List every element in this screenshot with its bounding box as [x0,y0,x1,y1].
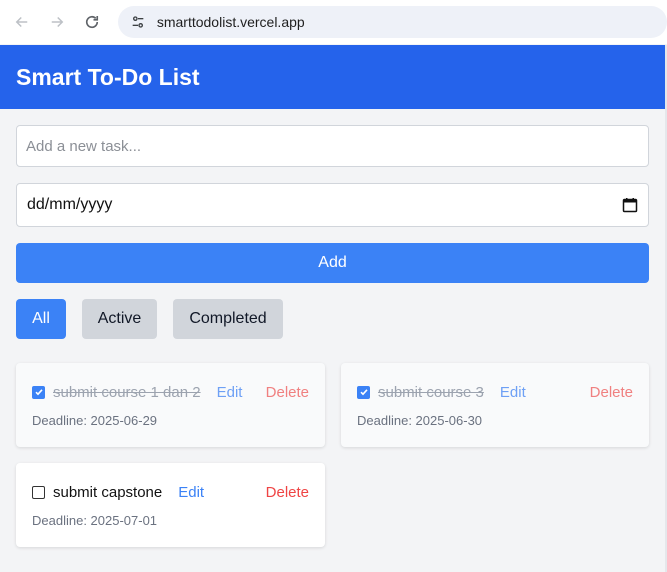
task-checkbox[interactable] [32,385,45,399]
address-bar[interactable]: smarttodolist.vercel.app [117,6,667,38]
task-deadline: Deadline: 2025-06-29 [32,413,158,428]
delete-button[interactable]: Delete [266,484,309,501]
task-title: submit course 3 [378,383,484,401]
task-title: submit capstone [53,483,163,501]
task-checkbox[interactable] [357,385,370,399]
filter-active-button[interactable]: Active [82,299,157,339]
checkmark-icon [359,389,368,396]
task-card: submit course 3 Edit Delete Deadline: 20… [341,363,649,447]
edit-button[interactable]: Edit [217,384,243,401]
edit-button[interactable]: Edit [178,484,204,501]
task-title: submit course 1 dan 2 [53,383,201,401]
filter-all-button[interactable]: All [16,299,66,339]
reload-button[interactable] [75,4,110,40]
add-task-button[interactable]: Add [16,243,649,283]
deadline-date-input[interactable]: dd/mm/yyyy [16,183,649,227]
delete-button[interactable]: Delete [590,384,633,401]
task-card: submit capstone Edit Delete Deadline: 20… [16,463,325,547]
task-deadline: Deadline: 2025-07-01 [32,513,158,528]
edit-button[interactable]: Edit [500,384,526,401]
checkmark-icon [34,389,43,396]
arrow-left-icon [15,16,27,28]
tune-icon[interactable] [128,12,148,32]
arrow-right-icon [51,16,64,28]
task-deadline: Deadline: 2025-06-30 [357,413,483,428]
task-card: submit course 1 dan 2 Edit Delete Deadli… [16,363,325,447]
calendar-icon[interactable] [622,197,638,213]
back-button[interactable] [4,4,39,40]
delete-button[interactable]: Delete [266,384,309,401]
task-input[interactable] [16,125,649,167]
app-header: Smart To-Do List [0,45,667,109]
browser-toolbar: smarttodolist.vercel.app [0,0,667,44]
date-input-value: dd/mm/yyyy [27,196,113,213]
url-text: smarttodolist.vercel.app [156,14,305,30]
task-checkbox[interactable] [32,485,45,499]
filter-completed-button[interactable]: Completed [173,299,283,339]
reload-icon [86,15,99,29]
forward-button[interactable] [39,4,74,40]
page-title: Smart To-Do List [16,63,200,90]
